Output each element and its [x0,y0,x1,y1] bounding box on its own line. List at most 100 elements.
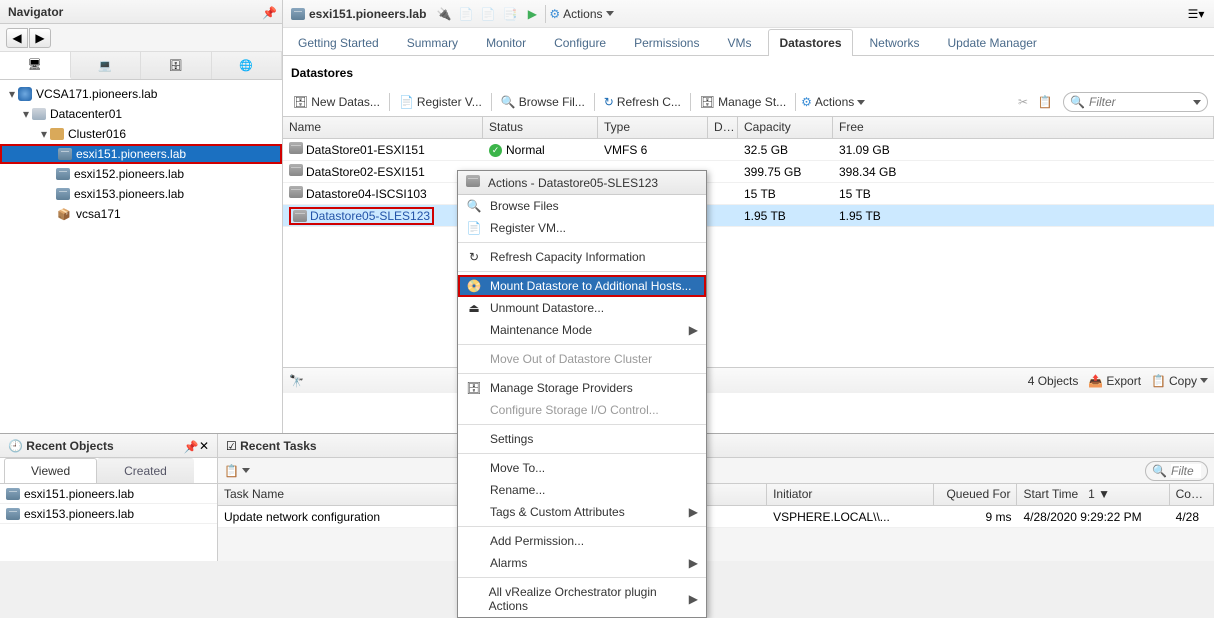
pin-icon[interactable]: 📌 [262,6,274,18]
column-completed[interactable]: Comp [1170,484,1214,505]
cell-status: Normal [483,139,598,161]
list-item[interactable]: esxi153.pioneers.lab [0,504,217,524]
expand-icon[interactable]: ▾ [38,127,50,141]
table-row[interactable]: DataStore01-ESXI151NormalVMFS 632.5 GB31… [283,139,1214,161]
submenu-arrow-icon: ▶ [689,505,698,519]
column-queued[interactable]: Queued For [934,484,1018,505]
tree-label: esxi151.pioneers.lab [72,147,186,161]
nav-tab-network[interactable]: 🌐 [212,52,283,79]
tab-update-manager[interactable]: Update Manager [937,29,1048,56]
list-item[interactable]: esxi151.pioneers.lab [0,484,217,504]
table-row[interactable]: Datastore05-SLES1231.95 TB1.95 TB [283,205,1214,227]
menu-item[interactable]: Maintenance Mode▶ [458,319,706,341]
expand-icon[interactable]: ▾ [6,87,18,101]
host-icon [56,168,70,180]
column-name[interactable]: Name [283,117,483,138]
tab-permissions[interactable]: Permissions [623,29,710,56]
filter-box[interactable]: 🔍 [1063,92,1208,112]
menu-item[interactable]: Move To... [458,457,706,479]
find-icon[interactable]: 🔭 [289,374,305,388]
menu-item[interactable]: ⏏Unmount Datastore... [458,297,706,319]
table-row[interactable]: Update network configuration VSPHERE.LOC… [218,506,1214,528]
register-vm-button[interactable]: 📄Register V... [395,95,486,109]
expand-icon[interactable]: ☰▾ [1186,4,1206,24]
menu-item[interactable]: Alarms▶ [458,552,706,574]
expand-icon[interactable]: ▾ [20,107,32,121]
nav-tab-storage[interactable]: 🗄 [141,52,212,79]
tab-datastores[interactable]: Datastores [768,29,852,56]
chevron-down-icon [857,100,865,105]
menu-item[interactable]: 🔍Browse Files [458,195,706,217]
column-initiator[interactable]: Initiator [767,484,934,505]
menu-item[interactable]: 📀Mount Datastore to Additional Hosts... [458,275,706,297]
column-start-time[interactable]: Start Time 1 ▼ [1017,484,1169,505]
chevron-down-icon [606,11,614,16]
datastore-icon [289,186,303,198]
tree-node-datacenter[interactable]: ▾ Datacenter01 [0,104,282,124]
tab-networks[interactable]: Networks [859,29,931,56]
nav-back-button[interactable]: ◀ [6,28,28,48]
tab-viewed[interactable]: Viewed [4,458,97,483]
menu-item[interactable]: 📄Register VM... [458,217,706,239]
close-icon[interactable]: ✕ [199,439,209,453]
chevron-down-icon [242,468,250,473]
cell-name: DataStore02-ESXI151 [283,161,483,182]
tab-summary[interactable]: Summary [396,29,469,56]
pin-icon[interactable]: 📌 [184,440,196,452]
cell-name: Datastore05-SLES123 [283,204,483,228]
menu-item[interactable]: 🗄Manage Storage Providers [458,377,706,399]
tree-node-vc[interactable]: ▾ VCSA171.pioneers.lab [0,84,282,104]
tree-node-host[interactable]: esxi151.pioneers.lab [0,144,282,164]
tab-vms[interactable]: VMs [716,29,762,56]
menu-item[interactable]: Rename... [458,479,706,501]
nav-tab-vms[interactable]: 💻 [71,52,142,79]
export-icon: 📤 [1088,374,1103,388]
actions-dropdown[interactable]: ⚙ Actions [549,7,613,21]
menu-item[interactable]: ↻Refresh Capacity Information [458,246,706,268]
tab-created[interactable]: Created [97,458,194,483]
storage-icon: 🗄 [168,58,184,74]
table-row[interactable]: DataStore02-ESXI151399.75 GB398.34 GB [283,161,1214,183]
export-button[interactable]: 📤Export [1088,374,1141,388]
tasks-filter-box[interactable]: 🔍 [1145,461,1208,481]
menu-item[interactable]: Settings [458,428,706,450]
toolbar-connect-icon[interactable]: 🔌 [434,4,454,24]
tree-node-host[interactable]: esxi153.pioneers.lab [0,184,282,204]
toolbar-poweron-icon[interactable]: ▶ [522,4,542,24]
host-icon [56,188,70,200]
browse-files-button[interactable]: 🔍Browse Fil... [497,95,589,109]
column-capacity[interactable]: Capacity [738,117,833,138]
column-status[interactable]: Status [483,117,598,138]
cell-dv [708,147,738,153]
tree-label: esxi152.pioneers.lab [70,167,184,181]
tasks-filter-input[interactable] [1171,464,1201,478]
tree-node-cluster[interactable]: ▾ Cluster016 [0,124,282,144]
tab-getting-started[interactable]: Getting Started [287,29,390,56]
table-row[interactable]: Datastore04-ISCSI10315 TB15 TB [283,183,1214,205]
menu-item[interactable]: Tags & Custom Attributes▶ [458,501,706,523]
column-type[interactable]: Type [598,117,708,138]
filter-input[interactable] [1089,95,1189,109]
grid-actions-dropdown[interactable]: ⚙ Actions [801,95,865,109]
copy-button[interactable]: 📋Copy [1151,374,1208,388]
tree-node-vm[interactable]: 📦 vcsa171 [0,204,282,224]
chevron-down-icon [1200,378,1208,383]
tree-node-host[interactable]: esxi152.pioneers.lab [0,164,282,184]
nav-tab-hosts[interactable]: 🖥 [0,52,71,79]
tab-configure[interactable]: Configure [543,29,617,56]
column-picker-icon[interactable]: 📋 [1035,92,1055,112]
tasks-filter-button[interactable]: 📋 [224,464,250,478]
manage-storage-button[interactable]: 🗄Manage St... [696,95,790,109]
nav-forward-button[interactable]: ▶ [29,28,51,48]
recent-objects-header: 🕘 Recent Objects 📌 ✕ [0,434,217,458]
menu-item-label: Move To... [490,461,545,475]
new-datastore-button[interactable]: 🗄New Datas... [289,95,384,109]
column-dv[interactable]: Da... [708,117,738,138]
list-item-label: esxi151.pioneers.lab [24,487,134,501]
datastore-link[interactable]: Datastore05-SLES123 [310,209,430,223]
refresh-button[interactable]: ↻Refresh C... [600,95,685,109]
tab-monitor[interactable]: Monitor [475,29,537,56]
menu-item[interactable]: Add Permission... [458,530,706,552]
menu-item[interactable]: All vRealize Orchestrator plugin Actions… [458,581,706,617]
column-free[interactable]: Free [833,117,1214,138]
